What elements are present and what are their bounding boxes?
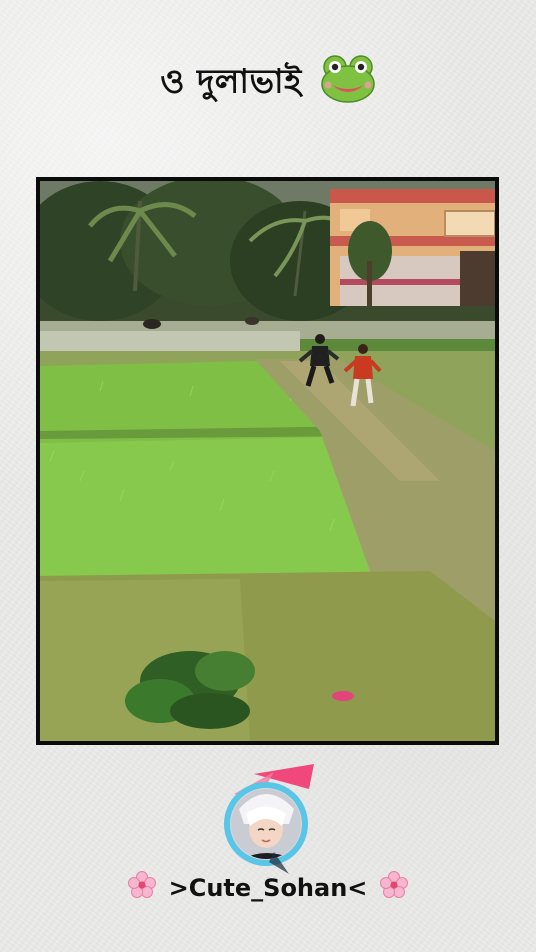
username-text: >Cute_Sohan< (168, 874, 368, 902)
frog-face-icon (320, 55, 376, 111)
cherry-blossom-icon (379, 871, 408, 905)
video-caption: ও দুলাভাই (0, 55, 536, 112)
video-player[interactable] (36, 177, 499, 745)
profile-avatar[interactable] (214, 764, 324, 874)
profile-username-row: >Cute_Sohan< (0, 871, 536, 905)
caption-text: ও দুলাভাই (160, 61, 302, 101)
anime-avatar-icon (224, 764, 314, 874)
cherry-blossom-icon (128, 871, 157, 905)
video-frame-image (40, 181, 495, 741)
